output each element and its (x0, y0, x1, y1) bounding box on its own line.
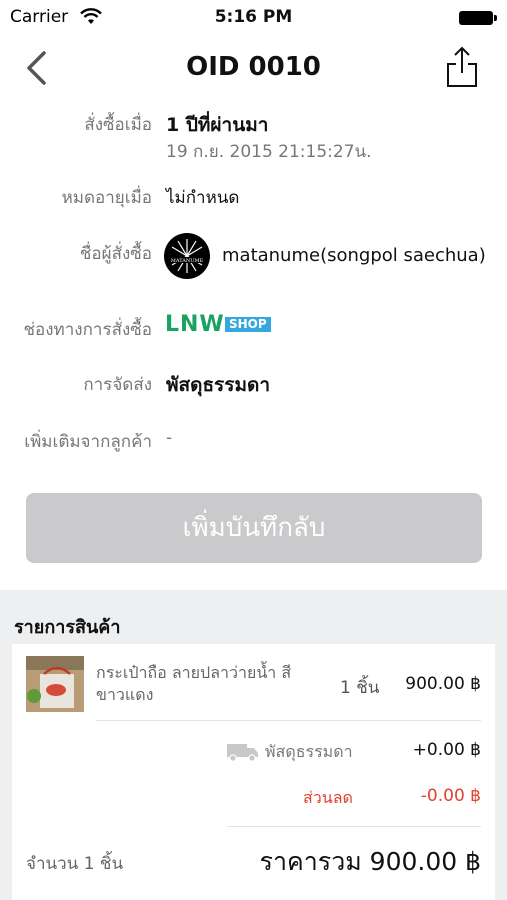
expires-value: ไม่กำหนด (166, 188, 240, 208)
avatar[interactable]: MATANUME (164, 233, 210, 279)
channel-label: ช่องทางการสั่งซื้อ (23, 320, 153, 340)
shipping-price: +0.00 ฿ (412, 740, 481, 760)
item-price: 900.00 ฿ (405, 674, 481, 694)
ordered-date: 19 ก.ย. 2015 21:15:27น. (166, 142, 372, 162)
lnw-logo-text: LNW (165, 312, 225, 337)
note-label: เพิ่มเติมจากลูกค้า (24, 432, 152, 452)
lnw-shop-logo: LNW SHOP (165, 312, 271, 337)
item-name: กระเป๋าถือ ลายปลาว่ายน้ำ สีขาวแดง (96, 663, 292, 704)
buyer-label: ชื่อผู้สั่งซื้อ (79, 244, 152, 264)
shipping-value: พัสดุธรรมดา (166, 374, 270, 396)
lnw-shop-badge: SHOP (225, 317, 271, 332)
nav-bar: OID 0010 (0, 38, 507, 100)
shipping-label: การจัดส่ง (83, 375, 152, 395)
avatar-logo-icon: MATANUME (166, 239, 208, 273)
ordered-relative: 1 ปีที่ผ่านมา (166, 114, 269, 136)
ordered-label: สั่งซื้อเมื่อ (84, 115, 152, 135)
item-quantity: 1 ชิ้น (340, 678, 380, 698)
expires-label: หมดอายุเมื่อ (61, 188, 152, 208)
items-section-title: รายการสินค้า (14, 617, 121, 638)
discount-label: ส่วนลด (303, 788, 353, 807)
share-icon[interactable] (445, 44, 479, 88)
divider (96, 720, 481, 721)
quantity-total: จำนวน 1 ชิ้น (26, 854, 124, 874)
divider (227, 826, 481, 827)
grand-total: ราคารวม 900.00 ฿ (259, 847, 481, 876)
items-section: รายการสินค้า กระเป๋าถือ ลายปลาว่ายน้ำ สี… (0, 590, 507, 900)
add-note-button[interactable]: เพิ่มบันทึกลับ (26, 493, 482, 563)
product-image-icon (26, 656, 84, 712)
truck-icon (227, 744, 258, 762)
battery-icon (459, 11, 497, 25)
note-value: - (166, 428, 173, 448)
discount-price: -0.00 ฿ (420, 786, 481, 806)
status-bar: Carrier 5:16 PM (0, 0, 507, 38)
svg-text:MATANUME: MATANUME (171, 258, 204, 264)
shipping-method-label: พัสดุธรรมดา (265, 742, 353, 761)
buyer-name: matanume(songpol saechua) (222, 245, 486, 266)
page-title: OID 0010 (186, 52, 321, 82)
items-card: กระเป๋าถือ ลายปลาว่ายน้ำ สีขาวแดง 1 ชิ้น… (12, 644, 495, 900)
product-thumbnail[interactable] (26, 656, 84, 712)
clock: 5:16 PM (214, 7, 293, 27)
